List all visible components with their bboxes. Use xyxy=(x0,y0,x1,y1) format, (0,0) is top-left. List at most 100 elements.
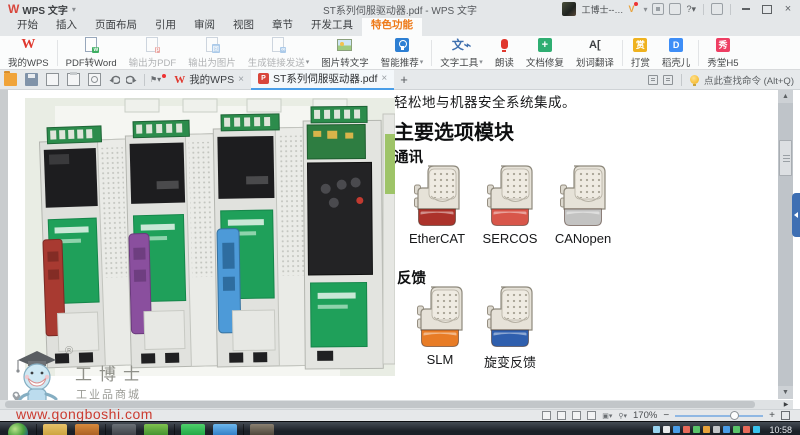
feedback-section-heading: 反馈 xyxy=(397,267,426,288)
notes-icon[interactable] xyxy=(663,75,673,85)
taskbar-photo-icon[interactable] xyxy=(250,424,274,435)
zoom-in-button[interactable]: + xyxy=(769,410,775,421)
view-mode-outline-icon[interactable] xyxy=(572,411,581,420)
ribbon-doc-repair-button[interactable]: + 文档修复 xyxy=(520,36,570,70)
view-mode-page-icon[interactable] xyxy=(542,411,551,420)
highlight-dropdown-icon[interactable]: ⚲▾ xyxy=(618,412,627,420)
zoom-slider-thumb[interactable] xyxy=(730,411,739,420)
comm-modules-row: EtherCAT SERCOS CANopen xyxy=(402,165,618,246)
smart-recommend-icon xyxy=(395,37,409,53)
watermark-sub-brand: 工业品商城 xyxy=(76,386,141,400)
tray-icon[interactable] xyxy=(663,426,670,433)
module-resolver: 旋变反馈 xyxy=(475,286,545,371)
view-mode-web-icon[interactable] xyxy=(587,411,596,420)
tray-icon[interactable] xyxy=(653,426,660,433)
taskbar-explorer-icon[interactable] xyxy=(43,424,67,435)
account-dropdown-icon[interactable]: ▾ xyxy=(643,5,647,14)
vertical-scrollbar[interactable]: ▲ ▼ xyxy=(778,90,793,399)
tray-icon[interactable] xyxy=(743,426,750,433)
account-name[interactable]: 工博士--… xyxy=(581,3,623,16)
tray-icon[interactable] xyxy=(693,426,700,433)
vip-badge[interactable]: V xyxy=(628,4,634,14)
tray-icon[interactable] xyxy=(673,426,680,433)
text-tools-icon: 文⌁ xyxy=(452,37,471,53)
option-module-icon xyxy=(487,165,533,227)
tray-icon[interactable] xyxy=(733,426,740,433)
divider xyxy=(144,74,145,86)
feedback-icon[interactable] xyxy=(652,3,664,15)
fit-page-icon[interactable] xyxy=(781,411,790,420)
wps-logo-icon: W xyxy=(8,2,19,16)
zoom-slider[interactable] xyxy=(675,415,763,417)
quick-access-bar: ⚑▾ W 我的WPS × P ST系列伺服驱动器.pdf × + 点此查找命令 … xyxy=(0,70,800,90)
ribbon-image-to-text-button[interactable]: 图片转文字 xyxy=(315,36,375,70)
tray-icon[interactable] xyxy=(713,426,720,433)
minimize-button[interactable] xyxy=(738,3,754,16)
vertical-scroll-thumb[interactable] xyxy=(779,140,792,176)
page-layout-dropdown-icon[interactable]: ▣▾ xyxy=(602,412,612,420)
start-button[interactable] xyxy=(8,423,28,435)
print-icon[interactable] xyxy=(67,73,80,86)
taskbar-app-blue-icon[interactable] xyxy=(213,424,237,435)
close-tab-icon[interactable]: × xyxy=(381,73,387,84)
ribbon-reward-button[interactable]: 赏 打赏 xyxy=(625,36,656,70)
image-to-text-icon xyxy=(337,37,352,53)
new-tab-button[interactable]: + xyxy=(394,72,414,87)
help-icon[interactable]: ?▾ xyxy=(686,4,696,15)
ribbon-text-tools-button[interactable]: 文⌁ 文字工具▾ xyxy=(434,36,489,70)
doc-tab-my-wps[interactable]: W 我的WPS × xyxy=(167,70,251,90)
module-label: SLM xyxy=(427,352,454,367)
scroll-down-icon[interactable]: ▼ xyxy=(778,386,793,399)
taskbar-wechat-icon[interactable] xyxy=(181,424,205,435)
ribbon-read-aloud-button[interactable]: 朗读 xyxy=(489,36,520,70)
view-mode-fullscreen-icon[interactable] xyxy=(557,411,566,420)
export-icon[interactable] xyxy=(46,73,59,86)
tray-icon[interactable] xyxy=(753,426,760,433)
ribbon-export-image-button[interactable]: 回 输出为图片 xyxy=(182,36,242,70)
ribbon-share-link-button[interactable]: ∞ 生成链接发送▾ xyxy=(242,36,316,70)
user-avatar[interactable] xyxy=(562,2,576,16)
ribbon-my-wps-button[interactable]: W 我的WPS xyxy=(2,36,55,70)
undo-icon[interactable] xyxy=(108,72,120,87)
tray-icon[interactable] xyxy=(683,426,690,433)
ribbon-show-h5-button[interactable]: 秀 秀堂H5 xyxy=(701,36,744,70)
module-label: EtherCAT xyxy=(409,231,465,246)
save-icon[interactable] xyxy=(25,73,38,86)
redo-icon[interactable] xyxy=(126,72,138,87)
open-file-icon[interactable] xyxy=(4,73,17,86)
collapse-ribbon-icon[interactable] xyxy=(711,3,723,15)
title-bar: ST系列伺服驱动器.pdf - WPS 文字 W WPS 文字 ▾ 工博士--…… xyxy=(0,0,800,18)
taskbar-app-green-icon[interactable] xyxy=(144,424,168,435)
reward-icon: 赏 xyxy=(633,37,647,53)
taskbar-app-orange-icon[interactable] xyxy=(75,424,99,435)
ribbon-docer-button[interactable]: D 稻壳儿 xyxy=(656,36,697,70)
zoom-level[interactable]: 170% xyxy=(633,410,657,421)
scroll-up-icon[interactable]: ▲ xyxy=(778,90,793,103)
close-tab-icon[interactable]: × xyxy=(238,74,244,85)
tray-icon[interactable] xyxy=(703,426,710,433)
ribbon-export-pdf-button[interactable]: p 输出为PDF xyxy=(123,36,183,70)
document-page[interactable]: 轻松地与机器安全系统集成。 主要选项模块 通讯 xyxy=(8,90,778,400)
close-button[interactable]: × xyxy=(780,3,796,16)
window-edge xyxy=(0,90,8,409)
scroll-right-icon[interactable]: ▶ xyxy=(779,400,793,409)
option-module-icon xyxy=(487,286,533,348)
doc-tab-pdf-file[interactable]: P ST系列伺服驱动器.pdf × xyxy=(251,70,394,90)
divider xyxy=(703,4,704,15)
side-panel-icon[interactable] xyxy=(648,75,658,85)
ribbon-smart-recommend-button[interactable]: 智能推荐▾ xyxy=(375,36,430,70)
taskbar-clock[interactable]: 10:58 xyxy=(769,425,792,435)
ribbon-word-translate-button[interactable]: A[ 划词翻译 xyxy=(570,36,620,70)
zoom-out-button[interactable]: − xyxy=(663,410,669,421)
task-pane-pull-tab[interactable] xyxy=(792,193,800,237)
ribbon-pdf-to-word-button[interactable]: w PDF转Word xyxy=(60,36,123,70)
maximize-button[interactable] xyxy=(759,3,775,16)
print-preview-icon[interactable] xyxy=(88,73,101,86)
customize-toolbar-icon[interactable]: ⚑▾ xyxy=(148,75,167,84)
tray-icon[interactable] xyxy=(723,426,730,433)
find-command-hint[interactable]: 点此查找命令 (Alt+Q) xyxy=(704,73,794,87)
taskbar-app-gray-icon[interactable] xyxy=(112,424,136,435)
system-tray: 10:58 xyxy=(653,422,800,435)
app-menu-dropdown-icon[interactable]: ▾ xyxy=(72,5,76,14)
skin-icon[interactable] xyxy=(669,3,681,15)
